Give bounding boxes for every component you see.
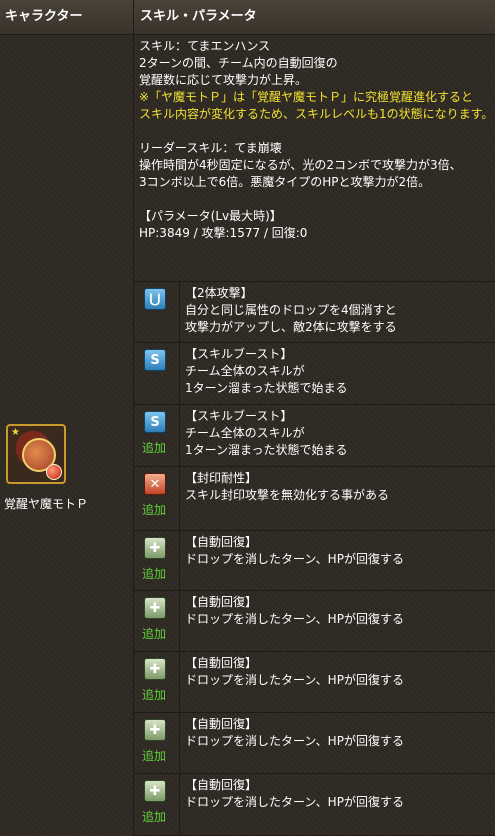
awakening-icon-cell: S 追加 — [134, 405, 180, 466]
awakening-text: 【自動回復】ドロップを消したターン、HPが回復する — [185, 534, 493, 568]
awakening-desc: ドロップを消したターン、HPが回復する — [185, 673, 404, 687]
fire-orb-icon — [46, 464, 62, 480]
skill-title: スキル：てまエンハンス — [139, 39, 271, 53]
skill-info-cell: スキル：てまエンハンス 2ターンの間、チーム内の自動回復の 覚醒数に応じて攻撃力… — [134, 35, 495, 282]
auto-recover-icon[interactable]: ✚ — [144, 537, 166, 559]
awakening-desc: ドロップを消したターン、HPが回復する — [185, 734, 404, 748]
skill-boost-icon[interactable]: S — [144, 411, 166, 433]
awakening-row: ✚ 追加 【自動回復】ドロップを消したターン、HPが回復する — [134, 591, 495, 652]
awakening-title: 【自動回復】 — [185, 535, 258, 549]
star-icon: ★ — [11, 427, 20, 438]
awakening-icon-cell: ⋃ — [134, 282, 180, 342]
awakening-text: 【自動回復】ドロップを消したターン、HPが回復する — [185, 716, 493, 750]
added-label: 追加 — [142, 567, 167, 581]
leader-skill-line: 操作時間が4秒固定になるが、光の2コンボで攻撃力が3倍、 — [139, 158, 462, 172]
awakening-title: 【自動回復】 — [185, 778, 258, 792]
auto-recover-icon[interactable]: ✚ — [144, 719, 166, 741]
awakening-desc: チーム全体のスキルが — [185, 426, 305, 440]
added-label: 追加 — [142, 441, 167, 455]
awakening-icon-cell: ✚ 追加 — [134, 713, 180, 773]
awakening-text: 【スキルブースト】 チーム全体のスキルが 1ターン溜まった状態で始まる — [185, 408, 493, 459]
auto-recover-icon[interactable]: ✚ — [144, 780, 166, 802]
awakening-table: キャラクター スキル・パラメータ ★ 覚醒ヤ魔モトＰ スキル：てまエンハンス 2… — [0, 0, 495, 836]
awakening-icon-cell: ✚ 追加 — [134, 652, 180, 712]
added-label: 追加 — [142, 503, 167, 517]
awakening-text: 【スキルブースト】 チーム全体のスキルが 1ターン溜まった状態で始まる — [185, 346, 493, 397]
auto-recover-icon[interactable]: ✚ — [144, 658, 166, 680]
seal-resist-icon[interactable]: ✕ — [144, 473, 166, 495]
awakening-text: 【自動回復】ドロップを消したターン、HPが回復する — [185, 594, 493, 628]
awakening-icon-cell: ✚ 追加 — [134, 591, 180, 651]
awakening-title: 【封印耐性】 — [185, 471, 258, 485]
skill-boost-icon[interactable]: S — [144, 349, 166, 371]
awakening-title: 【自動回復】 — [185, 595, 258, 609]
auto-recover-icon[interactable]: ✚ — [144, 597, 166, 619]
skill-line: 2ターンの間、チーム内の自動回復の — [139, 56, 338, 70]
awakening-title: 【自動回復】 — [185, 717, 258, 731]
awakening-desc: ドロップを消したターン、HPが回復する — [185, 552, 404, 566]
awakening-desc: 1ターン溜まった状態で始まる — [185, 443, 348, 457]
awakening-text: 【封印耐性】スキル封印攻撃を無効化する事がある — [185, 470, 493, 504]
added-label: 追加 — [142, 627, 167, 641]
two-way-attack-icon[interactable]: ⋃ — [144, 288, 166, 310]
character-cell: ★ 覚醒ヤ魔モトＰ — [0, 35, 134, 836]
awakening-icon-cell: ✕ 追加 — [134, 467, 180, 530]
awakening-desc: チーム全体のスキルが — [185, 364, 305, 378]
awakening-desc: ドロップを消したターン、HPが回復する — [185, 612, 404, 626]
awakening-icon-cell: S — [134, 343, 180, 404]
awakening-desc: 自分と同じ属性のドロップを4個消すと — [185, 303, 397, 317]
added-label: 追加 — [142, 688, 167, 702]
character-name: 覚醒ヤ魔モトＰ — [4, 497, 89, 511]
awakening-desc: 攻撃力がアップし、敵2体に攻撃をする — [185, 320, 397, 334]
header-character: キャラクター — [0, 0, 134, 35]
added-label: 追加 — [142, 810, 167, 824]
awakening-text: 【自動回復】ドロップを消したターン、HPが回復する — [185, 655, 493, 689]
awakening-title: 【スキルブースト】 — [185, 347, 293, 361]
awakening-desc: 1ターン溜まった状態で始まる — [185, 381, 348, 395]
awakening-title: 【2体攻撃】 — [185, 286, 253, 300]
awakening-icon-cell: ✚ 追加 — [134, 531, 180, 590]
awakening-title: 【スキルブースト】 — [185, 409, 293, 423]
skill-note: スキル内容が変化するため、スキルレベルも1の状態になります。 — [139, 107, 494, 121]
awakening-row: ⋃ 【2体攻撃】自分と同じ属性のドロップを4個消すと 攻撃力がアップし、敵2体に攻撃… — [134, 282, 495, 343]
awakening-row: ✚ 追加 【自動回復】ドロップを消したターン、HPが回復する — [134, 774, 495, 836]
params-values: HP:3849 / 攻撃:1577 / 回復:0 — [139, 226, 308, 240]
awakening-row: ✕ 追加 【封印耐性】スキル封印攻撃を無効化する事がある — [134, 467, 495, 531]
awakening-row: ✚ 追加 【自動回復】ドロップを消したターン、HPが回復する — [134, 713, 495, 774]
awakening-text: 【自動回復】ドロップを消したターン、HPが回復する — [185, 777, 493, 811]
awakening-text: 【2体攻撃】自分と同じ属性のドロップを4個消すと 攻撃力がアップし、敵2体に攻撃を… — [185, 285, 493, 336]
awakening-icon-cell: ✚ 追加 — [134, 774, 180, 835]
awakening-row: S 追加 【スキルブースト】 チーム全体のスキルが 1ターン溜まった状態で始まる — [134, 405, 495, 467]
character-portrait-icon[interactable]: ★ — [6, 424, 66, 484]
awakening-row: S 【スキルブースト】 チーム全体のスキルが 1ターン溜まった状態で始まる — [134, 343, 495, 405]
skill-line: 覚醒数に応じて攻撃力が上昇。 — [139, 73, 308, 87]
leader-skill-title: リーダースキル：てま崩壊 — [139, 141, 282, 155]
params-title: 【パラメータ(Lv最大時)】 — [139, 209, 282, 223]
awakening-desc: スキル封印攻撃を無効化する事がある — [185, 488, 390, 502]
header-skill-parameter: スキル・パラメータ — [134, 0, 495, 35]
awakening-row: ✚ 追加 【自動回復】ドロップを消したターン、HPが回復する — [134, 531, 495, 591]
leader-skill-line: 3コンボ以上で6倍。悪魔タイプのHPと攻撃力が2倍。 — [139, 175, 431, 189]
added-label: 追加 — [142, 749, 167, 763]
skill-note: ※「ヤ魔モトＰ」は「覚醒ヤ魔モトＰ」に究極覚醒進化すると — [139, 90, 474, 104]
awakening-desc: ドロップを消したターン、HPが回復する — [185, 795, 404, 809]
awakening-title: 【自動回復】 — [185, 656, 258, 670]
awakening-row: ✚ 追加 【自動回復】ドロップを消したターン、HPが回復する — [134, 652, 495, 713]
